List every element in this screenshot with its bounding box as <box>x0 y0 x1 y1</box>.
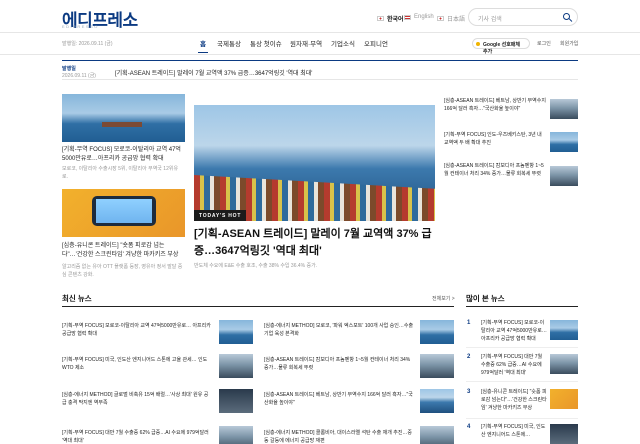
right-story3-image[interactable] <box>550 166 578 186</box>
right-story3-title[interactable]: [심층-ASEAN 트레이드] 캄보디아 프놈펜항 1~5월 컨테이너 처리 3… <box>444 163 546 179</box>
lang-label: 한국어 <box>387 17 404 23</box>
latest-col2-thumb[interactable] <box>420 320 454 344</box>
publish-date: 발행일: 2026.09.11 (금) <box>62 41 113 47</box>
popular-item-title[interactable]: [기획-무역 FOCUS] 대만 7월 수출증 62% 급증…AI 수요에 97… <box>481 354 547 377</box>
todays-hot-badge: TODAY'S HOT <box>194 210 246 221</box>
latest-col1-item[interactable]: [기획-무역 FOCUS] 미국, 인도산 엔지니어드 스톤에 고율 관세… 인… <box>62 357 212 373</box>
nav-materials-trade[interactable]: 원자재·무역 <box>290 38 322 48</box>
latest-col1-thumb[interactable] <box>219 389 253 413</box>
latest-col1-item[interactable]: [기획-무역 FOCUS] 대만 7월 수출증 62% 급증…AI 수요에 97… <box>62 430 212 444</box>
view-all-link[interactable]: 전체보기 > <box>432 295 455 302</box>
latest-col1-thumb[interactable] <box>219 320 253 344</box>
latest-col2-item[interactable]: [심층-ASEAN 트레이드] 베트남, 상반기 무역수지 166억 달러 흑자… <box>264 392 414 408</box>
signup-link[interactable]: 회원가입 <box>560 40 578 47</box>
latest-col1-thumb[interactable] <box>219 354 253 378</box>
nav-opinion[interactable]: 오피니언 <box>364 38 388 48</box>
latest-col1-item[interactable]: [기획-무역 FOCUS] 모로코-이탈리아 교역 47억5000만유로… 아프… <box>62 323 212 339</box>
nav-home[interactable]: 홈 <box>198 38 208 53</box>
korea-flag-icon <box>377 16 384 21</box>
popular-rank: 3 <box>467 389 471 395</box>
lang-japanese[interactable]: 日本語 <box>437 14 465 23</box>
latest-col2-thumb[interactable] <box>420 354 454 378</box>
ship-shape <box>102 122 142 127</box>
latest-col1-thumb[interactable] <box>219 426 253 444</box>
nav-international-trade[interactable]: 국제통상 <box>217 38 241 48</box>
us-flag-icon <box>404 14 411 20</box>
left-story1-summary: 모로코, 이탈리아 수출시장 5위, 이탈리아 무역국 12위유로. <box>62 166 179 180</box>
lang-korean[interactable]: 한국어 <box>377 14 404 23</box>
left-story2-summary: 알고리즘 없는 유아 OTT 플랫폼 등장, 영유아 정서 발달 중심 콘텐츠 … <box>62 264 183 278</box>
popular-divider <box>466 347 578 348</box>
hero-summary: 반도체 수요에 E&E 수출 호조, 수출 38% 수입 36.4% 증가. <box>194 263 318 269</box>
story-image-phone[interactable] <box>62 189 185 237</box>
google-preferred-button[interactable]: Google 선호매체 추가 <box>472 38 530 55</box>
japan-flag-icon <box>437 16 444 21</box>
popular-divider <box>466 381 578 382</box>
breaking-date: 2026.09.11 (금) <box>62 73 96 79</box>
search-input[interactable]: 기사 검색 <box>468 8 578 26</box>
story-image-ship[interactable] <box>62 94 185 142</box>
latest-col2-item[interactable]: [심층-ASEAN 트레이드] 캄보디아 프놈펜항 1~5월 컨테이너 처리 3… <box>264 357 414 373</box>
site-logo-subtitle: EDIPRESSO <box>62 24 99 29</box>
right-story2-title[interactable]: [기획-무역 FOCUS] 인도-우즈베키스탄, 3년 내 교역액 두 배 확대… <box>444 132 546 148</box>
right-story2-image[interactable] <box>550 132 578 152</box>
search-icon[interactable] <box>563 13 570 20</box>
header-divider <box>0 32 640 33</box>
popular-item-title[interactable]: [심층-유니콘 트레이드] "숏폼 피로감 넘는다"…'건강한 스크린타임' 겨… <box>481 389 547 412</box>
lang-english[interactable]: English <box>404 14 434 20</box>
popular-news-heading: 많이 본 뉴스 <box>466 294 505 303</box>
breaking-label: 발행일 <box>62 66 76 72</box>
hero-image-container-ship[interactable] <box>194 105 435 221</box>
nav-company-news[interactable]: 기업소식 <box>331 38 355 48</box>
latest-col2-item[interactable]: [심층-에너지 METHOD] 모로코, '파워 엑스포트' 100개 사업 승… <box>264 323 414 339</box>
popular-item-thumb[interactable] <box>550 424 578 444</box>
latest-news-heading: 최신 뉴스 <box>62 294 92 303</box>
right-story1-title[interactable]: [심층-ASEAN 트레이드] 베트남, 상반기 무역수지 166억 달러 흑자… <box>444 98 546 114</box>
latest-news-rule <box>62 306 454 307</box>
popular-divider <box>466 418 578 419</box>
latest-col2-item[interactable]: [심층-에너지 METHOD] 콜롬비아, 대이스라엘 석탄 수출 재개 추진…… <box>264 430 414 444</box>
latest-col1-item[interactable]: [심층-에너지 METHOD] 글로벌 비축유 15억 배럴…'사상 최대' 원… <box>62 392 212 408</box>
lang-label: English <box>414 14 434 20</box>
login-link[interactable]: 로그인 <box>537 40 551 47</box>
popular-item-thumb[interactable] <box>550 354 578 374</box>
latest-col2-thumb[interactable] <box>420 426 454 444</box>
popular-rank: 1 <box>467 320 471 326</box>
phone-shape <box>92 196 156 226</box>
popular-item-title[interactable]: [기획-무역 FOCUS] 모로코-이탈리아 교역 47억5000만유로…아프리… <box>481 320 547 343</box>
popular-rank: 4 <box>467 424 471 430</box>
left-story2-title[interactable]: [심층-유니콘 트레이드] "숏폼 피로감 넘는다"…'건강한 스크린타임' 겨… <box>62 242 184 259</box>
search-placeholder: 기사 검색 <box>478 17 502 23</box>
latest-col2-thumb[interactable] <box>420 389 454 413</box>
popular-item-thumb[interactable] <box>550 320 578 340</box>
left-story1-title[interactable]: [기획-무역 FOCUS] 모로코-이탈리아 교역 47억5000만유로…아프리… <box>62 146 184 163</box>
right-story1-image[interactable] <box>550 99 578 119</box>
nav-trade-issue[interactable]: 통상 첫이슈 <box>250 38 282 48</box>
popular-item-thumb[interactable] <box>550 389 578 409</box>
popular-rank: 2 <box>467 354 471 360</box>
popular-news-rule <box>466 306 578 307</box>
hero-headline[interactable]: [기획-ASEAN 트레이드] 말레이 7월 교역액 37% 급증…3647억링… <box>194 226 434 259</box>
lang-label: 日本語 <box>447 17 466 23</box>
breaking-headline[interactable]: [기획-ASEAN 트레이드] 말레이 7월 교역액 37% 급증…3647억링… <box>115 68 312 77</box>
nav-divider <box>0 54 640 55</box>
popular-item-title[interactable]: [기획-무역 FOCUS] 미국, 인도산 엔지니어드 스톤에… <box>481 424 547 440</box>
